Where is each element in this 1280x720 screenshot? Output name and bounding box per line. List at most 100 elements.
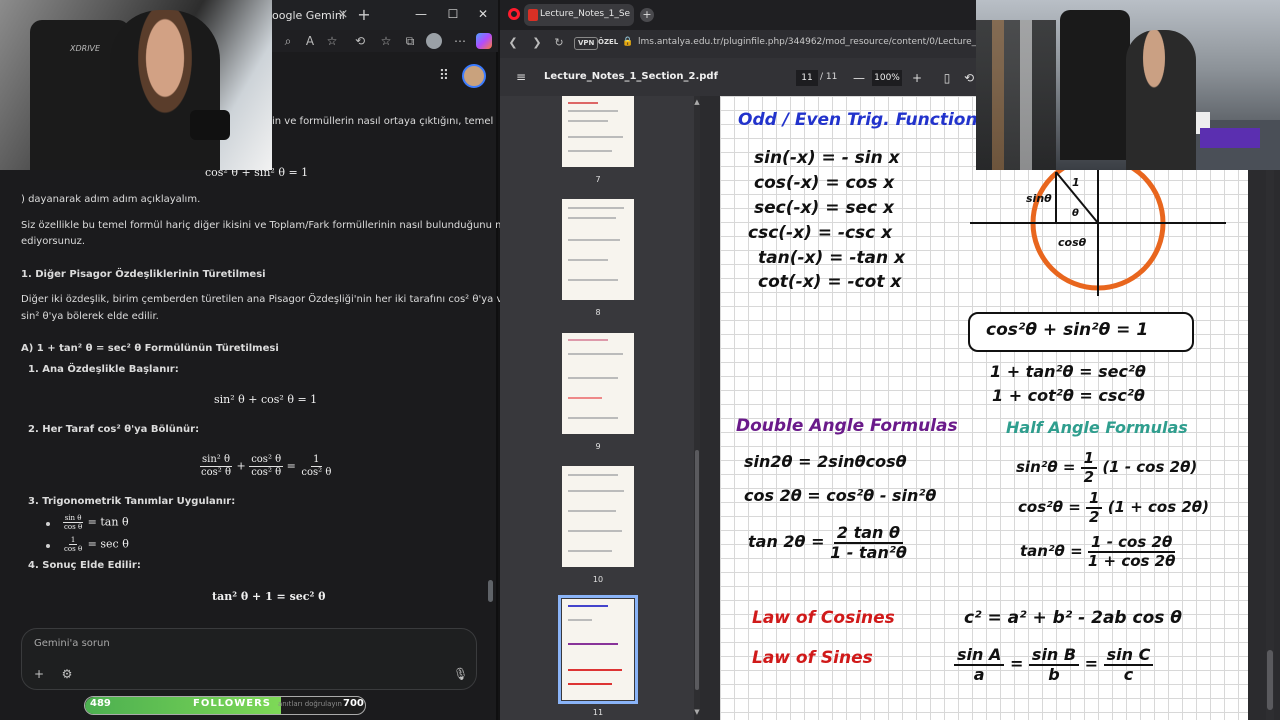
fraction-denominator: cos² θ	[301, 467, 332, 478]
minimize-icon[interactable]: —	[414, 7, 428, 21]
scroll-down-icon[interactable]: ▼	[693, 708, 701, 716]
page-number-input[interactable]: 11	[796, 70, 818, 86]
double-angle-cos: cos 2θ = cos²θ - sin²θ	[744, 486, 937, 505]
thumbnail-page-8[interactable]	[562, 199, 634, 300]
fraction-denominator: a	[973, 664, 985, 684]
section-1-heading: 1. Diğer Pisagor Özdeşliklerinin Türetil…	[21, 269, 266, 280]
more-menu-icon[interactable]: ⋯	[452, 33, 468, 49]
cosine-label: cosθ	[1058, 236, 1087, 249]
private-badge: ÖZEL	[598, 38, 619, 46]
chat-scrollbar[interactable]	[488, 580, 493, 602]
collections-icon[interactable]: ⧉	[402, 33, 418, 49]
microphone-icon[interactable]: 🎙	[453, 667, 468, 681]
url-field[interactable]: lms.antalya.edu.tr/pluginfile.php/344962…	[638, 37, 978, 47]
law-of-sines-equation: sin Aa = sin Bb = sin Cc	[954, 646, 1154, 684]
forward-icon[interactable]: ❯	[530, 36, 544, 50]
apps-grid-icon[interactable]: ⠿	[436, 68, 452, 84]
odd-even-title: Odd / Even Trig. Functions	[738, 110, 988, 130]
half-angle-cos: cos²θ = 12 (1 + cos 2θ)	[1018, 490, 1209, 525]
pdf-scroll-thumb[interactable]	[1267, 650, 1273, 710]
lock-icon[interactable]: 🔒	[622, 37, 633, 49]
zoom-in-icon[interactable]: +	[910, 70, 924, 86]
thumbnail-label: 7	[595, 175, 601, 184]
thumbnail-page-11[interactable]	[558, 595, 638, 704]
opera-new-tab-icon[interactable]: +	[640, 8, 654, 22]
equals-sign: =	[286, 459, 296, 473]
fraction-denominator: c	[1123, 664, 1134, 684]
thumbnail-label: 9	[595, 442, 601, 451]
fraction: sin Cc	[1103, 646, 1154, 684]
pythagorean-main: cos²θ + sin²θ = 1	[986, 320, 1149, 340]
step-2-equation: sin² θ cos² θ + cos² θ cos² θ = 1 cos² θ	[199, 454, 333, 479]
step-4-equation: tan² θ + 1 = sec² θ	[212, 590, 326, 603]
vpn-badge[interactable]: VPN	[574, 37, 599, 50]
fraction-numerator: sin B	[1028, 646, 1080, 666]
zoom-level[interactable]: 100%	[872, 70, 902, 86]
fraction-denominator: 2	[1083, 467, 1095, 486]
new-tab-icon[interactable]: +	[356, 6, 372, 24]
fraction: 1 - cos 2θ 1 + cos 2θ	[1088, 534, 1176, 569]
subsection-a-heading: A) 1 + tan² θ = sec² θ Formülünün Türeti…	[21, 343, 279, 354]
read-aloud-icon[interactable]: A	[302, 33, 318, 49]
fraction-denominator: cos θ	[64, 523, 83, 531]
account-avatar[interactable]	[462, 64, 486, 88]
scroll-up-icon[interactable]: ▲	[693, 98, 701, 106]
half-angle-cos-lhs: cos²θ =	[1018, 498, 1081, 516]
law-of-cosines-equation: c² = a² + b² - 2ab cos θ	[964, 608, 1182, 628]
radius-label: 1	[1072, 176, 1080, 189]
favorites-icon[interactable]: ☆	[378, 33, 394, 49]
thumbnail-scroll-thumb[interactable]	[695, 450, 699, 690]
copilot-icon[interactable]	[476, 33, 492, 49]
odd-even-line: cos(-x) = cos x	[754, 173, 895, 193]
back-icon[interactable]: ❮	[506, 36, 520, 50]
favorite-star-icon[interactable]: ☆	[324, 33, 340, 49]
step-1-equation: sin² θ + cos² θ = 1	[214, 393, 318, 406]
fraction: sin² θ cos² θ	[199, 454, 233, 479]
followers-label: FOLLOWERS	[193, 698, 271, 709]
bullet-2-equation: 1 cos θ = sec θ	[62, 536, 129, 553]
fit-page-icon[interactable]: ▯	[940, 70, 954, 86]
prompt-input[interactable]: Gemini'a sorun	[34, 638, 110, 649]
fraction-denominator: 2	[1089, 507, 1100, 526]
profile-avatar[interactable]	[426, 33, 442, 49]
extensions-icon[interactable]: ⟲	[352, 33, 368, 49]
pdf-page-11: Odd / Even Trig. Functions sin(-x) = - s…	[720, 96, 1248, 720]
rotate-icon[interactable]: ⟲	[962, 70, 976, 86]
microphone	[190, 110, 230, 140]
close-window-icon[interactable]: ✕	[476, 7, 490, 21]
fraction: sin θ cos θ	[62, 514, 84, 531]
gemini-window: oogle Gemini × + — ☐ ✕ ⌕ A ☆ ⟲ ☆ ⧉ ⋯ ⠿ i…	[0, 0, 527, 720]
step-4-heading: 4. Sonuç Elde Edilir:	[28, 560, 141, 571]
plus-sign: +	[236, 459, 246, 473]
thumbnail-page-9[interactable]	[562, 333, 634, 434]
gaming-chair	[1060, 10, 1130, 160]
paragraph-1b: ediyorsunuz.	[21, 236, 86, 247]
keyboard	[1200, 128, 1260, 148]
reload-icon[interactable]: ↻	[552, 36, 566, 50]
double-angle-tan-lhs: tan 2θ =	[748, 532, 825, 552]
double-angle-sin: sin2θ = 2sinθcosθ	[744, 452, 907, 471]
odd-even-line: sec(-x) = sec x	[754, 198, 894, 218]
hidden-disclaimer-text: anıtları doğrulayın	[278, 700, 342, 708]
zoom-icon[interactable]: ⌕	[280, 33, 296, 49]
thumbnail-menu-icon[interactable]: ≡	[516, 70, 530, 84]
pdf-tab-title[interactable]: Lecture_Notes_1_Section	[540, 9, 630, 19]
angle-label: θ	[1072, 208, 1079, 219]
pdf-file-icon	[528, 9, 538, 21]
odd-even-line: cot(-x) = -cot x	[758, 272, 902, 292]
fraction-numerator: sin θ	[62, 514, 84, 523]
webcam-overlay-face: XDRIVE	[0, 0, 272, 170]
webcam-overlay-room	[976, 0, 1280, 170]
opera-logo-icon[interactable]	[508, 8, 520, 20]
zoom-out-icon[interactable]: —	[852, 70, 866, 86]
thumbnail-page-7[interactable]	[562, 96, 634, 167]
thumbnail-page-10[interactable]	[562, 466, 634, 567]
tools-icon[interactable]: ⚙	[60, 667, 74, 681]
fraction-numerator: 1 - cos 2θ	[1088, 534, 1176, 553]
tab-close-icon[interactable]: ×	[336, 8, 350, 22]
add-attachment-icon[interactable]: +	[32, 667, 46, 681]
fraction-denominator: cos θ	[64, 545, 83, 553]
bullet-2-rhs: = sec θ	[87, 537, 129, 551]
pdf-scrollbar[interactable]	[1266, 96, 1274, 720]
maximize-icon[interactable]: ☐	[446, 7, 460, 21]
